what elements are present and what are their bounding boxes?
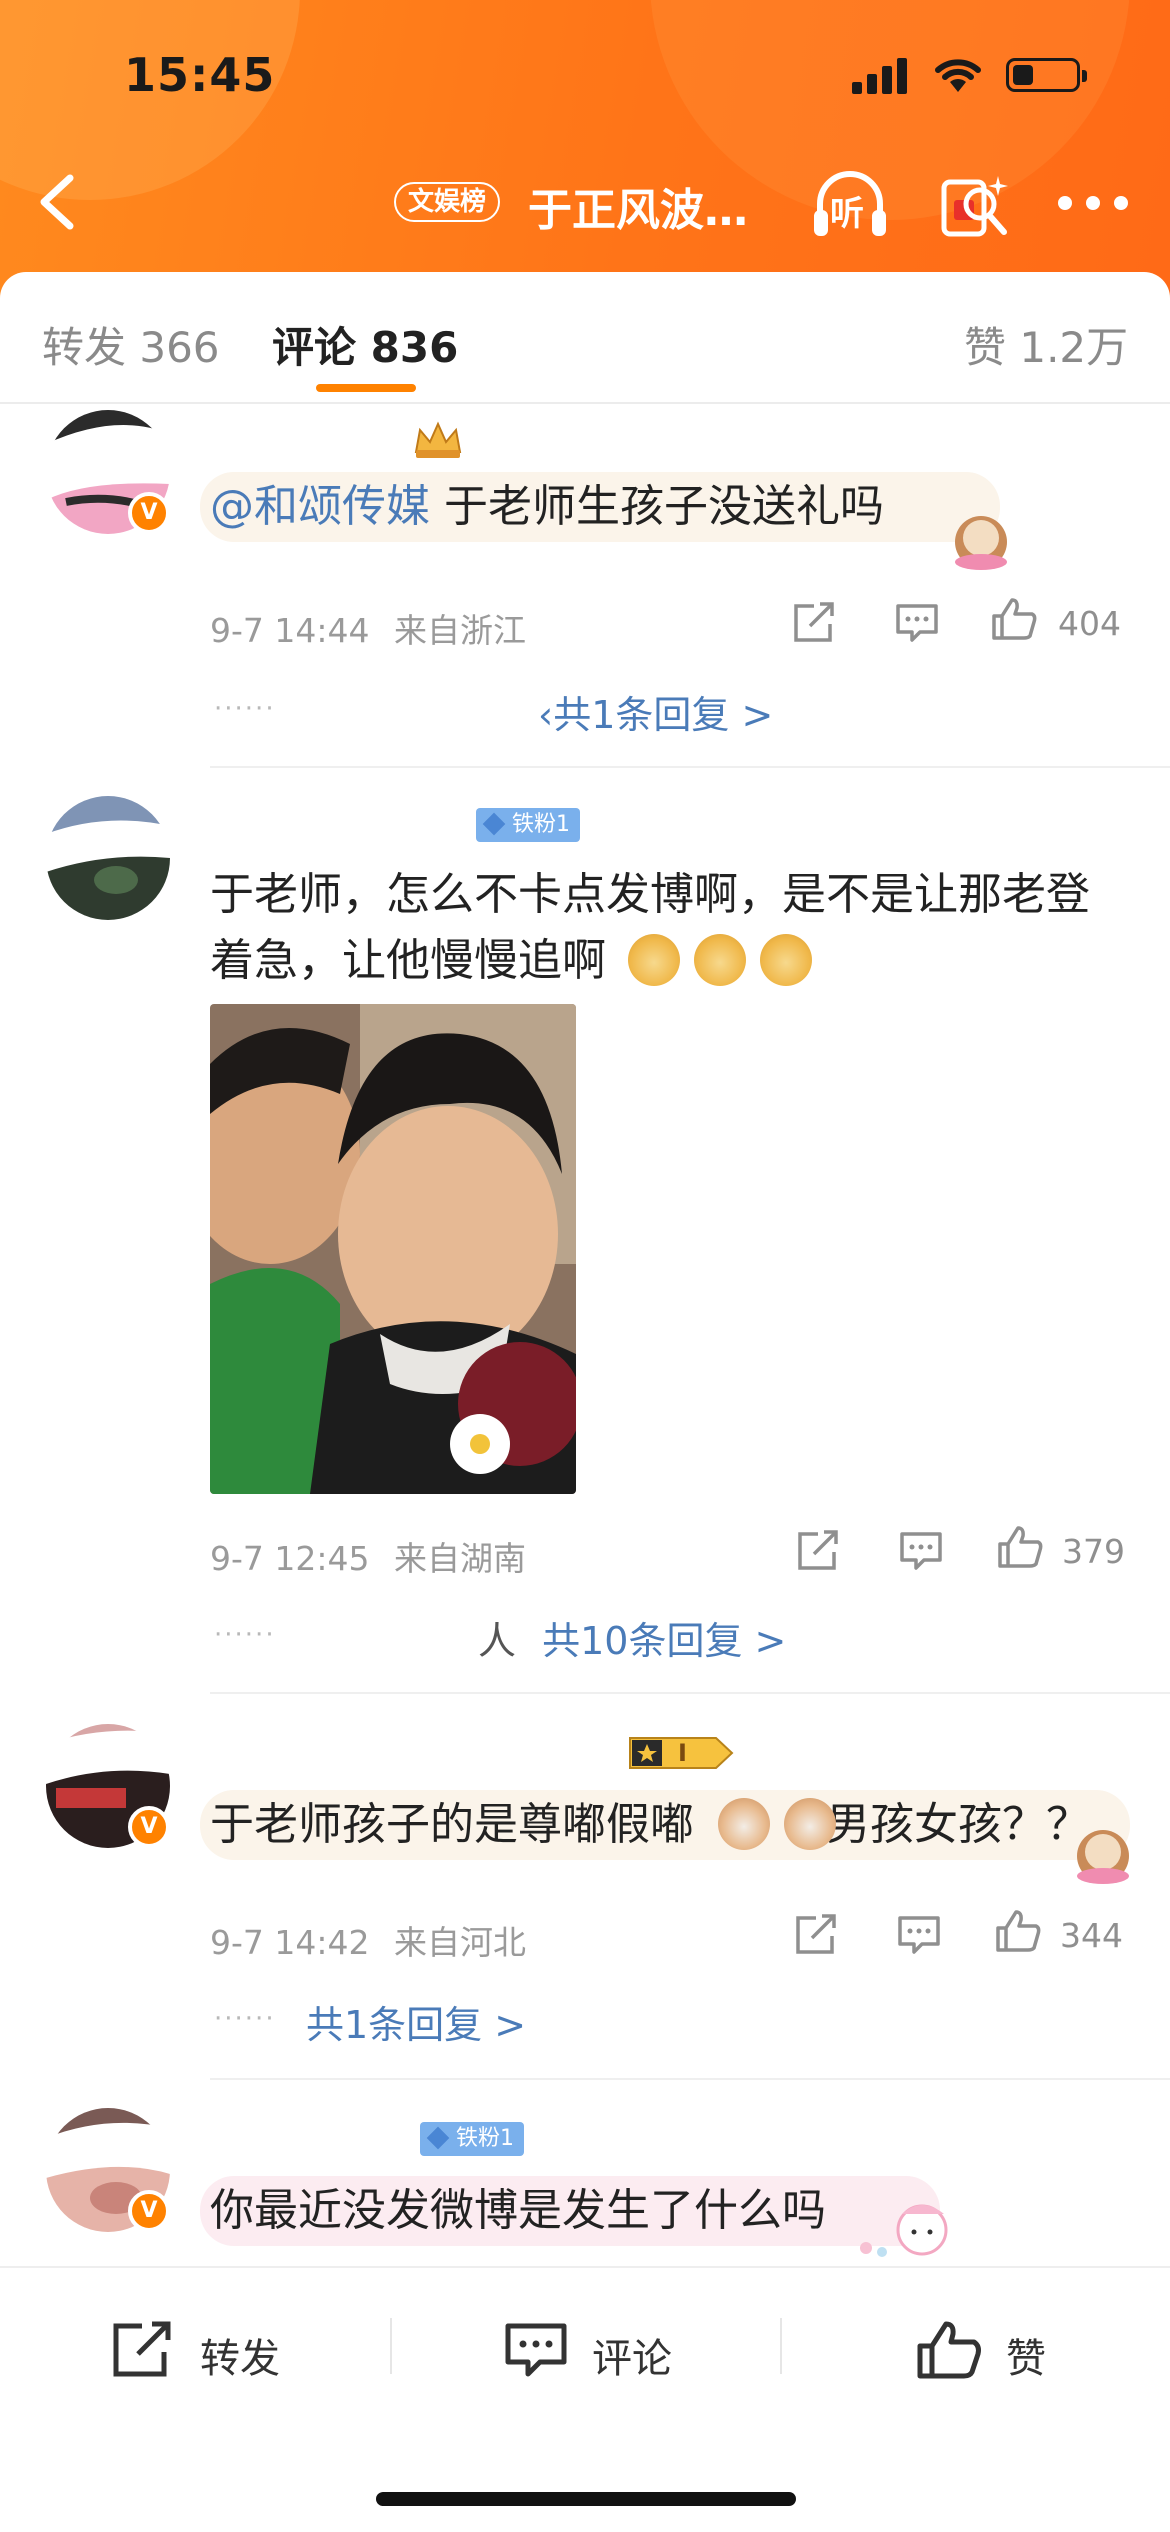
reply-avatar-fragment: 人 xyxy=(478,1619,517,1663)
share-icon[interactable] xyxy=(790,600,840,646)
comment-location: 来自浙江 xyxy=(394,611,526,650)
bubble-decoration-icon xyxy=(1077,1830,1129,1884)
comment-time: 9-7 14:44 xyxy=(210,611,370,650)
avatar-image xyxy=(46,796,170,920)
comment-icon[interactable] xyxy=(896,1528,946,1574)
home-indicator xyxy=(376,2492,796,2506)
share-icon[interactable] xyxy=(792,1912,842,1958)
bottom-bar-separator xyxy=(390,2318,392,2374)
comment-body-continued: 男孩女孩？？ xyxy=(826,1799,1090,1850)
comment-body: 于老师生孩子没送礼吗 xyxy=(444,481,884,532)
entertainment-rank-badge[interactable]: 文娱榜 xyxy=(394,182,501,222)
view-replies-link[interactable]: 人 共10条回复 > xyxy=(478,1610,786,1665)
comment-divider xyxy=(210,2078,1170,2080)
back-button[interactable] xyxy=(30,168,86,236)
bottom-bar-separator xyxy=(780,2318,782,2374)
wifi-icon xyxy=(935,59,981,92)
verified-badge-icon: V xyxy=(128,2190,170,2232)
comment-body: 于老师孩子的是尊嘟假嘟 xyxy=(210,1799,694,1850)
like-count: 404 xyxy=(1058,604,1121,643)
view-replies-link[interactable]: ‹共1条回复 > xyxy=(538,684,773,739)
comment-photo[interactable] xyxy=(210,1004,576,1494)
like-icon[interactable] xyxy=(996,1524,1046,1570)
listen-label: 听 xyxy=(830,194,864,234)
comment-text: 你最近没发微博是发生了什么吗 xyxy=(210,2178,1130,2244)
tab-repost[interactable]: 转发 366 xyxy=(42,314,220,375)
reply-dots: ······ xyxy=(214,1620,276,1650)
comment-divider xyxy=(210,766,1170,768)
reply-dots: ······ xyxy=(214,694,276,724)
cellular-signal-icon xyxy=(852,58,912,94)
like-count: 379 xyxy=(1062,1532,1125,1571)
comment-location: 来自河北 xyxy=(394,1923,526,1962)
fan-level-badge: 铁粉1 xyxy=(420,2122,524,2156)
red-packet-search-icon[interactable] xyxy=(934,166,1014,246)
fan-level-badge: 铁粉1 xyxy=(476,808,580,842)
battery-icon xyxy=(1006,58,1087,92)
like-label: 赞 xyxy=(1006,2336,1046,2382)
comment-time: 9-7 12:45 xyxy=(210,1539,370,1578)
mention-link[interactable]: @和颂传媒 xyxy=(210,481,430,532)
avatar[interactable]: V xyxy=(46,1724,176,1854)
bubble-decoration-icon xyxy=(955,516,1007,570)
doge-emoji-icon xyxy=(760,934,812,986)
page-title: 于正风波… xyxy=(528,185,748,236)
tab-comments[interactable]: 评论 836 xyxy=(272,314,458,375)
photo-image xyxy=(210,1004,576,1494)
avatar[interactable]: V xyxy=(46,2108,176,2238)
comment-meta: 9-7 14:42 来自河北 xyxy=(210,1916,526,1964)
repost-label: 转发 xyxy=(200,2336,280,2382)
cat-emoji-icon xyxy=(718,1798,770,1850)
like-button[interactable]: 赞 xyxy=(916,2320,1076,2382)
avatar[interactable] xyxy=(46,796,176,926)
doge-emoji-icon xyxy=(694,934,746,986)
status-time: 15:45 xyxy=(124,48,276,102)
my-melody-decoration-icon xyxy=(860,2204,948,2257)
comment-divider xyxy=(210,1692,1170,1694)
comment-meta: 9-7 14:44 来自浙江 xyxy=(210,604,526,652)
reply-avatar-fragment: ‹ xyxy=(538,693,554,737)
view-replies-link[interactable]: 共1条回复 > xyxy=(306,1994,526,2049)
avatar[interactable]: V xyxy=(46,410,176,540)
comment-time: 9-7 14:42 xyxy=(210,1923,370,1962)
comment-button[interactable]: 评论 xyxy=(502,2320,702,2382)
comment-body: 你最近没发微博是发生了什么吗 xyxy=(210,2185,826,2236)
comment-location: 来自湖南 xyxy=(394,1539,526,1578)
like-icon[interactable] xyxy=(994,1908,1044,1954)
like-count: 344 xyxy=(1060,1916,1123,1955)
repost-button[interactable]: 转发 xyxy=(110,2320,310,2382)
reply-count-label: 共10条回复 > xyxy=(542,1619,787,1663)
verified-badge-icon: V xyxy=(128,1806,170,1848)
tab-bar: 转发 366 评论 836 赞 1.2万 xyxy=(0,272,1170,404)
verified-badge-icon: V xyxy=(128,492,170,534)
listen-button[interactable]: 听 xyxy=(808,164,892,244)
cat-emoji-icon xyxy=(784,1798,836,1850)
comment-icon[interactable] xyxy=(894,1912,944,1958)
reply-count-label: 共1条回复 > xyxy=(553,693,774,737)
like-icon[interactable] xyxy=(990,596,1040,642)
comment-icon[interactable] xyxy=(892,600,942,646)
comment-text: 于老师孩子的是尊嘟假嘟 男孩女孩？？ xyxy=(210,1792,1150,1858)
doge-emoji-icon xyxy=(628,934,680,986)
share-icon[interactable] xyxy=(794,1528,844,1574)
comment-label: 评论 xyxy=(592,2336,672,2382)
tab-likes[interactable]: 赞 1.2万 xyxy=(964,314,1128,375)
crown-badge-icon xyxy=(414,421,462,458)
reply-dots: ······ xyxy=(214,2004,276,2034)
repost-icon xyxy=(113,2321,171,2377)
comment-meta: 9-7 12:45 来自湖南 xyxy=(210,1532,526,1580)
like-icon xyxy=(917,2321,981,2379)
more-options-button[interactable] xyxy=(1058,196,1128,212)
active-tab-indicator xyxy=(316,384,416,392)
header-bar xyxy=(0,0,1170,300)
member-rank-label: I xyxy=(678,1739,687,1767)
comment-icon xyxy=(505,2323,567,2377)
